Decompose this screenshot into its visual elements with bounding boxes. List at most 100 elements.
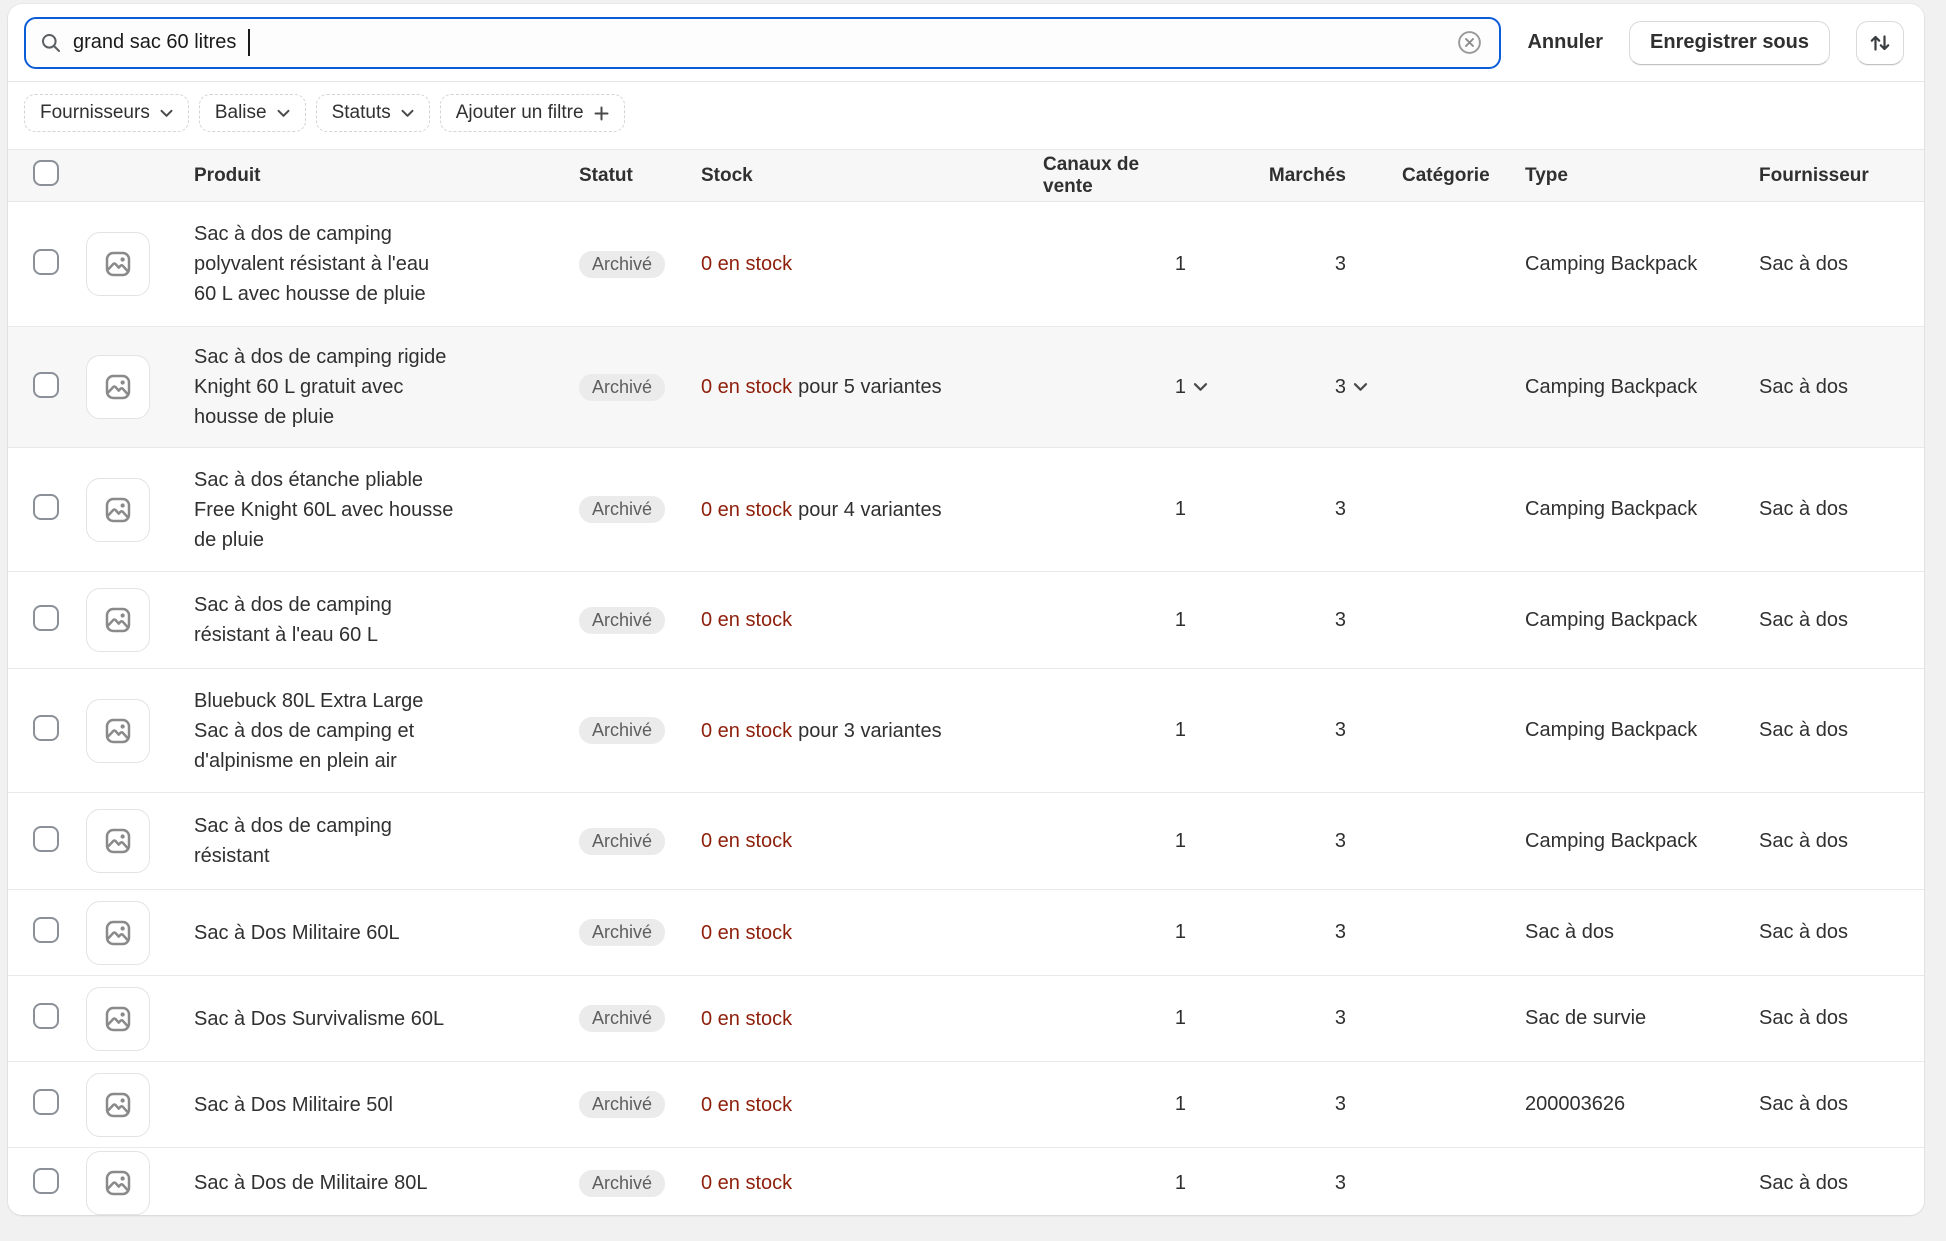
markets-count-cell[interactable]: 3	[1186, 376, 1346, 399]
products-index-card: grand sac 60 litres Annuler Enregistrer …	[8, 4, 1924, 1215]
product-thumbnail	[86, 809, 150, 873]
add-filter-chip[interactable]: Ajouter un filtre	[440, 94, 625, 132]
product-title[interactable]: Sac à Dos de Militaire 80L	[154, 1168, 571, 1198]
filter-chip-balise[interactable]: Balise	[199, 94, 306, 132]
column-header-canaux[interactable]: Canaux de vente	[1043, 154, 1186, 198]
channels-count-cell[interactable]: 1	[1043, 1093, 1186, 1116]
row-checkbox[interactable]	[33, 917, 59, 943]
status-badge: Archivé	[579, 607, 665, 634]
product-title[interactable]: Sac à Dos Survivalisme 60L	[154, 1004, 571, 1034]
row-checkbox[interactable]	[33, 372, 59, 398]
status-badge: Archivé	[579, 919, 665, 946]
table-row[interactable]: Sac à Dos Survivalisme 60L Archivé 0 en …	[8, 975, 1924, 1061]
channels-count-cell[interactable]: 1	[1043, 376, 1186, 399]
select-all-checkbox[interactable]	[33, 160, 59, 186]
stock-cell: 0 en stockpour 5 variantes	[693, 372, 1043, 402]
column-header-type[interactable]: Type	[1517, 165, 1751, 187]
row-checkbox[interactable]	[33, 715, 59, 741]
row-checkbox[interactable]	[33, 1168, 59, 1194]
column-header-produit[interactable]: Produit	[154, 161, 571, 191]
sort-button[interactable]	[1856, 21, 1904, 65]
row-checkbox[interactable]	[33, 605, 59, 631]
table-row[interactable]: Sac à Dos de Militaire 80L Archivé 0 en …	[8, 1147, 1924, 1215]
channels-count-cell[interactable]: 1	[1043, 609, 1186, 632]
channels-count: 1	[1175, 830, 1186, 853]
channels-count-cell[interactable]: 1	[1043, 719, 1186, 742]
product-title[interactable]: Sac à dos de campingrésistant	[154, 811, 571, 871]
table-header: Produit Statut Stock Canaux de vente Mar…	[8, 149, 1924, 202]
channels-count-cell[interactable]: 1	[1043, 921, 1186, 944]
product-vendor: Sac à dos	[1751, 376, 1924, 399]
table-row[interactable]: Bluebuck 80L Extra LargeSac à dos de cam…	[8, 668, 1924, 792]
row-checkbox[interactable]	[33, 1003, 59, 1029]
product-title[interactable]: Sac à Dos Militaire 60L	[154, 918, 571, 948]
column-header-stock[interactable]: Stock	[693, 161, 1043, 191]
channels-count-cell[interactable]: 1	[1043, 830, 1186, 853]
circle-x-icon	[1456, 29, 1483, 56]
column-header-marches[interactable]: Marchés	[1186, 165, 1346, 187]
markets-count-cell[interactable]: 3	[1186, 1172, 1346, 1195]
markets-count-cell[interactable]: 3	[1186, 830, 1346, 853]
search-row: grand sac 60 litres Annuler Enregistrer …	[8, 4, 1924, 82]
markets-count-cell[interactable]: 3	[1186, 498, 1346, 521]
clear-search-button[interactable]	[1456, 29, 1483, 56]
markets-count-cell[interactable]: 3	[1186, 921, 1346, 944]
product-title[interactable]: Sac à dos de camping rigideKnight 60 L g…	[154, 342, 571, 432]
table-row[interactable]: Sac à dos de campingrésistant à l'eau 60…	[8, 571, 1924, 668]
product-title[interactable]: Sac à dos de campingrésistant à l'eau 60…	[154, 590, 571, 650]
stock-detail-text: pour 3 variantes	[798, 720, 941, 742]
table-row[interactable]: Sac à dos de campingrésistant Archivé 0 …	[8, 792, 1924, 889]
filter-chip-statuts[interactable]: Statuts	[316, 94, 430, 132]
product-type: Sac à dos	[1517, 921, 1751, 944]
table-row[interactable]: Sac à dos de campingpolyvalent résistant…	[8, 202, 1924, 326]
product-title-line: Sac à Dos de Militaire 80L	[194, 1168, 571, 1198]
row-checkbox[interactable]	[33, 826, 59, 852]
save-as-button[interactable]: Enregistrer sous	[1629, 21, 1830, 65]
channels-count-cell[interactable]: 1	[1043, 253, 1186, 276]
table-row[interactable]: Sac à Dos Militaire 60L Archivé 0 en sto…	[8, 889, 1924, 975]
product-type: Camping Backpack	[1517, 498, 1751, 521]
product-title[interactable]: Sac à dos de campingpolyvalent résistant…	[154, 219, 571, 309]
search-input[interactable]: grand sac 60 litres	[24, 17, 1501, 69]
stock-cell: 0 en stock	[693, 249, 1043, 279]
markets-count: 3	[1335, 498, 1346, 521]
product-title[interactable]: Sac à dos étanche pliableFree Knight 60L…	[154, 465, 571, 555]
channels-count-cell[interactable]: 1	[1043, 1172, 1186, 1195]
channels-count-cell[interactable]: 1	[1043, 1007, 1186, 1030]
table-row[interactable]: Sac à Dos Militaire 50l Archivé 0 en sto…	[8, 1061, 1924, 1147]
channels-count-cell[interactable]: 1	[1043, 498, 1186, 521]
stock-alert-text: 0 en stock	[701, 1172, 792, 1194]
stock-alert-text: 0 en stock	[701, 1094, 792, 1116]
table-body: Sac à dos de camping polyvalent résistant…	[8, 202, 1924, 1215]
chevron-down-icon	[160, 109, 173, 118]
product-vendor: Sac à dos	[1751, 1172, 1924, 1195]
cancel-button[interactable]: Annuler	[1527, 31, 1603, 54]
markets-count-cell[interactable]: 3	[1186, 253, 1346, 276]
product-title[interactable]: Bluebuck 80L Extra LargeSac à dos de cam…	[154, 686, 571, 776]
markets-count-cell[interactable]: 3	[1186, 719, 1346, 742]
channels-count: 1	[1175, 609, 1186, 632]
row-checkbox[interactable]	[33, 1089, 59, 1115]
markets-count-cell[interactable]: 3	[1186, 609, 1346, 632]
column-header-statut[interactable]: Statut	[571, 165, 693, 187]
channels-count: 1	[1175, 253, 1186, 276]
row-checkbox[interactable]	[33, 249, 59, 275]
product-thumbnail	[86, 355, 150, 419]
product-title-line: polyvalent résistant à l'eau	[194, 249, 571, 279]
product-title-line: Sac à dos de camping	[194, 590, 571, 620]
markets-count-cell[interactable]: 3	[1186, 1007, 1346, 1030]
column-header-categorie[interactable]: Catégorie	[1346, 165, 1517, 187]
row-checkbox[interactable]	[33, 494, 59, 520]
markets-count: 3	[1335, 1172, 1346, 1195]
table-row[interactable]: Sac à dos de camping rigideKnight 60 L g…	[8, 326, 1924, 447]
chevron-down-icon[interactable]	[1353, 382, 1368, 392]
product-title-line: d'alpinisme en plein air	[194, 746, 571, 776]
filter-chip-fournisseurs[interactable]: Fournisseurs	[24, 94, 189, 132]
image-placeholder-icon	[103, 605, 133, 635]
column-header-fournisseur[interactable]: Fournisseur	[1751, 165, 1924, 187]
product-title-line: résistant	[194, 841, 571, 871]
stock-cell: 0 en stockpour 4 variantes	[693, 495, 1043, 525]
markets-count-cell[interactable]: 3	[1186, 1093, 1346, 1116]
product-title[interactable]: Sac à Dos Militaire 50l	[154, 1090, 571, 1120]
table-row[interactable]: Sac à dos étanche pliableFree Knight 60L…	[8, 447, 1924, 571]
